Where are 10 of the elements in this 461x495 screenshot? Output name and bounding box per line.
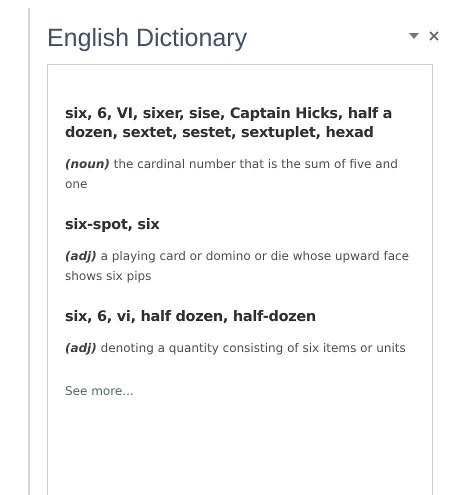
headword: six, 6, VI, sixer, sise, Captain Hicks, half a dozen, sextet, sestet, sextuplet, hexad — [65, 105, 394, 143]
headword: six-spot, six — [65, 216, 160, 235]
definition: (noun) the cardinal number that is the sum of five and one — [65, 156, 399, 193]
definition: (adj) denoting a quantity consisting of six items or units — [65, 340, 407, 357]
close-icon[interactable] — [429, 31, 439, 41]
pane-title: English Dictionary — [47, 22, 248, 52]
see-more-link[interactable]: See more... — [65, 384, 134, 398]
dropdown-icon[interactable] — [409, 33, 419, 39]
definition: (adj) a playing card or domino or die whose upward face shows six pips — [65, 248, 410, 285]
headword: six, 6, vi, half dozen, half-dozen — [65, 308, 317, 327]
